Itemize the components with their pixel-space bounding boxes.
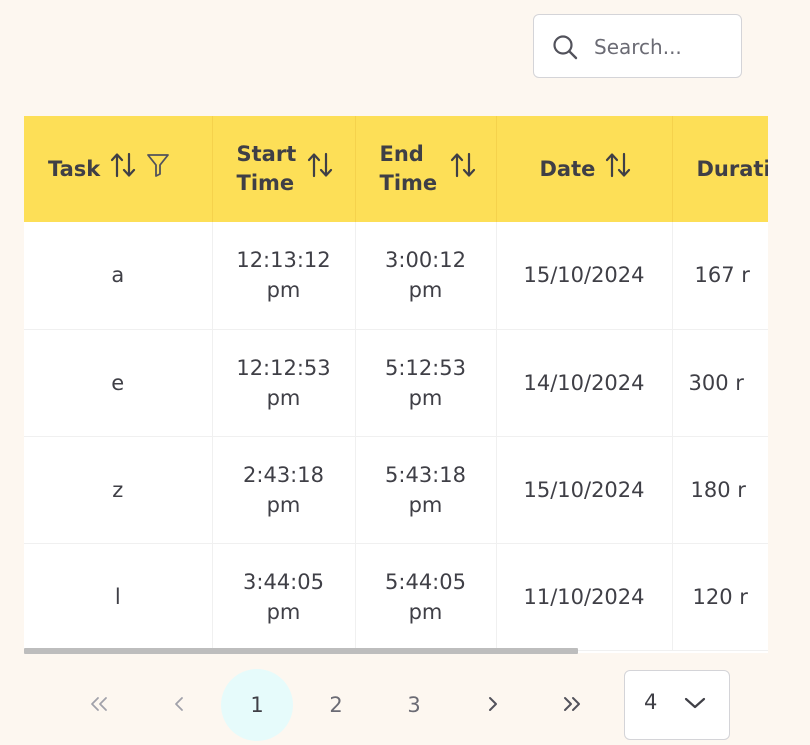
- next-page-button[interactable]: [457, 669, 529, 741]
- cell-end-time-text: 5:44:05 pm: [385, 569, 466, 624]
- cell-end-time: 3:00:12 pm: [355, 222, 497, 330]
- cell-end-time: 5:43:18 pm: [355, 436, 497, 544]
- search-box[interactable]: [533, 14, 742, 78]
- cell-end-time-text: 5:12:53 pm: [385, 355, 466, 410]
- cell-duration: 120 r: [672, 543, 768, 651]
- cell-duration: 300 r: [672, 329, 768, 437]
- table-row[interactable]: e 12:12:53 pm 5:12:53 pm 14/10/2024 300 …: [24, 329, 768, 437]
- column-label-task: Task: [48, 156, 101, 181]
- rows-per-page-select[interactable]: 4: [624, 670, 730, 740]
- cell-date: 14/10/2024: [496, 329, 673, 437]
- chevron-left-icon: [173, 693, 185, 717]
- cell-start-time: 3:44:05 pm: [212, 543, 356, 651]
- cell-task: a: [24, 222, 213, 330]
- column-header-task[interactable]: Task: [24, 116, 213, 222]
- rows-per-page-value: 4: [644, 690, 658, 714]
- previous-page-button[interactable]: [143, 669, 215, 741]
- page-button-2[interactable]: 2: [300, 669, 372, 741]
- search-input[interactable]: [594, 33, 734, 61]
- search-icon: [552, 34, 578, 60]
- horizontal-scrollbar-thumb[interactable]: [24, 648, 578, 654]
- cell-duration: 167 r: [672, 222, 768, 330]
- cell-start-time: 2:43:18 pm: [212, 436, 356, 544]
- cell-date: 11/10/2024: [496, 543, 673, 651]
- cell-task: e: [24, 329, 213, 437]
- cell-date: 15/10/2024: [496, 436, 673, 544]
- column-label-start-time: Start Time: [236, 142, 297, 195]
- cell-task: l: [24, 543, 213, 651]
- data-table-viewport[interactable]: Task Start Time End Time Date Durati a 1…: [24, 116, 768, 653]
- table-header-row: Task Start Time End Time Date Durati: [24, 116, 768, 222]
- cell-start-time-text: 3:44:05 pm: [243, 569, 324, 624]
- cell-end-time: 5:12:53 pm: [355, 329, 497, 437]
- chevron-down-icon: [683, 695, 707, 715]
- table-row[interactable]: a 12:13:12 pm 3:00:12 pm 15/10/2024 167 …: [24, 222, 768, 330]
- column-header-duration[interactable]: Durati: [672, 116, 768, 222]
- data-table: Task Start Time End Time Date Durati a 1…: [24, 116, 768, 651]
- table-row[interactable]: z 2:43:18 pm 5:43:18 pm 15/10/2024 180 r: [24, 436, 768, 544]
- cell-start-time: 12:13:12 pm: [212, 222, 356, 330]
- sort-icon[interactable]: [110, 151, 136, 187]
- column-header-end-time[interactable]: End Time: [355, 116, 497, 222]
- double-chevron-right-icon: [560, 693, 582, 717]
- sort-icon[interactable]: [605, 151, 631, 187]
- column-label-date: Date: [539, 156, 596, 181]
- cell-duration: 180 r: [672, 436, 768, 544]
- cell-task: z: [24, 436, 213, 544]
- chevron-right-icon: [487, 693, 499, 717]
- cell-start-time: 12:12:53 pm: [212, 329, 356, 437]
- first-page-button[interactable]: [64, 669, 136, 741]
- sort-icon[interactable]: [450, 151, 476, 187]
- column-header-start-time[interactable]: Start Time: [212, 116, 356, 222]
- filter-icon[interactable]: [146, 152, 170, 186]
- cell-start-time-text: 12:13:12 pm: [236, 248, 331, 303]
- sort-icon[interactable]: [307, 151, 333, 187]
- double-chevron-left-icon: [89, 693, 111, 717]
- cell-end-time-text: 5:43:18 pm: [385, 462, 466, 517]
- column-label-end-time: End Time: [379, 142, 438, 195]
- cell-start-time-text: 2:43:18 pm: [243, 462, 324, 517]
- cell-end-time-text: 3:00:12 pm: [385, 248, 466, 303]
- cell-date: 15/10/2024: [496, 222, 673, 330]
- page-button-3[interactable]: 3: [378, 669, 450, 741]
- table-row[interactable]: l 3:44:05 pm 5:44:05 pm 11/10/2024 120 r: [24, 543, 768, 651]
- page: Task: [0, 0, 810, 745]
- column-label-duration: Durati: [696, 156, 769, 181]
- cell-start-time-text: 12:12:53 pm: [236, 355, 331, 410]
- column-header-date[interactable]: Date: [496, 116, 673, 222]
- page-button-1[interactable]: 1: [221, 669, 293, 741]
- cell-end-time: 5:44:05 pm: [355, 543, 497, 651]
- last-page-button[interactable]: [535, 669, 607, 741]
